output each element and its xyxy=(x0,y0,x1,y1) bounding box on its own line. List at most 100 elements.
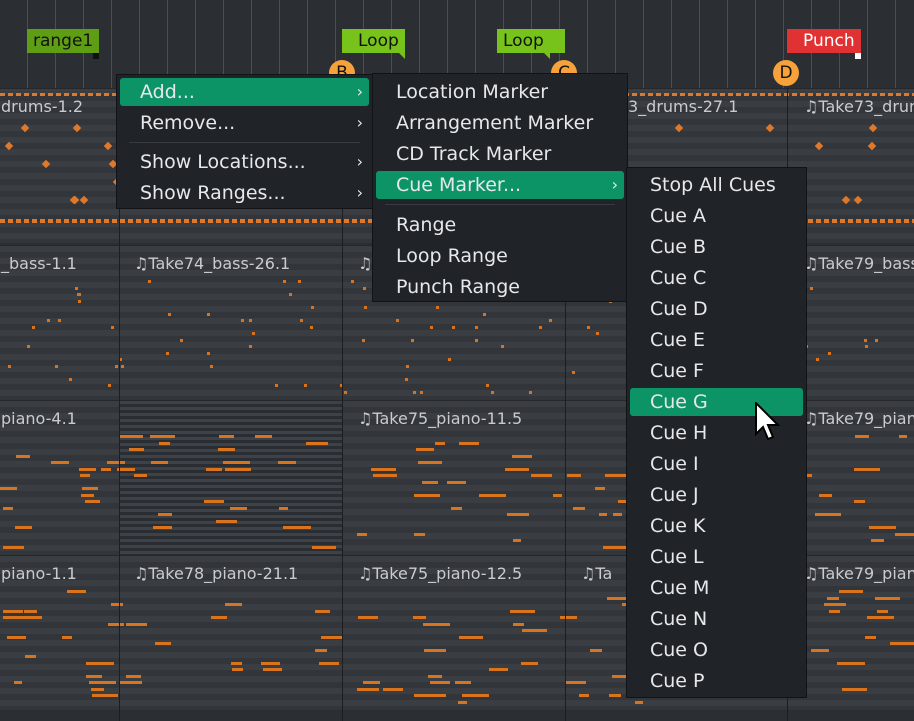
midi-note xyxy=(489,668,509,671)
menu-item-cue-d[interactable]: Cue D xyxy=(630,295,803,323)
midi-note xyxy=(0,487,18,490)
midi-note xyxy=(54,364,58,368)
midi-note xyxy=(539,325,543,329)
midi-note xyxy=(356,687,380,691)
menu-item-cue-o[interactable]: Cue O xyxy=(630,636,803,664)
punch-marker[interactable]: Punch xyxy=(787,29,861,59)
menu-item-location-marker[interactable]: Location Marker xyxy=(376,78,624,106)
menu-item-cue-i[interactable]: Cue I xyxy=(630,450,803,478)
menu-item-cue-a[interactable]: Cue A xyxy=(630,202,803,230)
region-name[interactable]: drums-1.2 xyxy=(1,97,83,116)
midi-note xyxy=(838,590,864,593)
label: CD Track Marker xyxy=(396,143,552,165)
midi-note xyxy=(300,319,304,322)
midi-note xyxy=(351,280,355,283)
midi-note xyxy=(451,506,463,510)
midi-note xyxy=(509,609,535,613)
label: Cue H xyxy=(650,422,708,444)
midi-note xyxy=(209,364,213,368)
menu-item-cue-marker[interactable]: Cue Marker... › xyxy=(376,171,624,199)
label: Cue G xyxy=(650,391,708,413)
midi-note xyxy=(16,454,31,458)
region-name[interactable]: ♫Take75_piano-12.5 xyxy=(358,564,522,583)
label: Cue J xyxy=(650,484,699,506)
midi-note xyxy=(80,195,89,205)
menu-item-stop-all-cues[interactable]: Stop All Cues xyxy=(630,171,803,199)
menu-item-cue-j[interactable]: Cue J xyxy=(630,481,803,509)
region-name[interactable]: ♫Take79_piano xyxy=(804,409,914,428)
midi-note xyxy=(462,694,490,697)
midi-note xyxy=(278,506,289,510)
midi-note xyxy=(428,674,442,678)
menu-item-cue-l[interactable]: Cue L xyxy=(630,543,803,571)
midi-note xyxy=(483,312,487,316)
midi-note xyxy=(120,435,144,438)
loop-marker[interactable]: Loop xyxy=(342,29,405,59)
region-name[interactable]: ♫Take79_bass xyxy=(804,254,914,273)
midi-note xyxy=(125,674,141,678)
menu-item-add[interactable]: Add... › xyxy=(120,78,369,106)
region-name[interactable]: ♫Take75_piano-11.5 xyxy=(358,409,522,428)
menu-item-cue-e[interactable]: Cue E xyxy=(630,326,803,354)
midi-note xyxy=(51,461,70,464)
label: Location Marker xyxy=(396,81,549,103)
midi-note xyxy=(61,635,73,639)
menu-item-cue-m[interactable]: Cue M xyxy=(630,574,803,602)
midi-note xyxy=(458,700,467,704)
midi-note xyxy=(404,377,408,381)
locations-context-menu: Add... › Remove... › Show Locations... › Sh… xyxy=(116,74,373,209)
menu-item-cue-p[interactable]: Cue P xyxy=(630,667,803,695)
midi-note xyxy=(512,454,533,458)
midi-note xyxy=(13,681,23,684)
midi-note xyxy=(232,668,243,671)
cue-pin-d[interactable]: D xyxy=(773,60,799,86)
midi-note xyxy=(875,338,879,342)
midi-note xyxy=(78,293,82,296)
label: Cue N xyxy=(650,608,708,630)
region-name[interactable]: ♫Take78_piano-21.1 xyxy=(134,564,298,583)
region-name[interactable]: piano-4.1 xyxy=(1,409,77,428)
menu-item-cue-c[interactable]: Cue C xyxy=(630,264,803,292)
midi-note xyxy=(863,338,867,342)
midi-note xyxy=(309,325,313,329)
midi-note xyxy=(25,655,36,658)
midi-note xyxy=(320,635,343,639)
region-name[interactable]: _bass-1.1 xyxy=(1,254,77,273)
midi-note xyxy=(867,141,877,151)
menu-item-cd-track-marker[interactable]: CD Track Marker xyxy=(376,140,624,168)
midi-note xyxy=(5,141,14,151)
midi-note xyxy=(430,681,450,684)
midi-note xyxy=(414,493,440,497)
midi-note xyxy=(609,694,621,697)
menu-item-punch-range[interactable]: Punch Range xyxy=(376,273,624,301)
midi-note xyxy=(521,661,538,665)
midi-note xyxy=(314,648,328,652)
region-name[interactable]: ♫Take73_drums xyxy=(804,97,914,116)
menu-item-cue-k[interactable]: Cue K xyxy=(630,512,803,540)
menu-item-show-locations[interactable]: Show Locations... › xyxy=(120,148,369,176)
menu-item-show-ranges[interactable]: Show Ranges... › xyxy=(120,179,369,207)
menu-item-cue-f[interactable]: Cue F xyxy=(630,357,803,385)
loop-marker-end[interactable]: Loop xyxy=(497,29,565,59)
menu-item-cue-b[interactable]: Cue B xyxy=(630,233,803,261)
region-name[interactable]: ♫Ta xyxy=(581,564,612,583)
region-name[interactable]: piano-1.1 xyxy=(1,564,77,583)
label: Cue C xyxy=(650,267,707,289)
midi-note xyxy=(73,123,82,133)
midi-note xyxy=(854,435,870,438)
midi-note xyxy=(204,500,225,503)
menu-item-loop-range[interactable]: Loop Range xyxy=(376,242,624,270)
range-marker-range1[interactable]: range1 xyxy=(27,29,100,59)
midi-note xyxy=(274,384,278,387)
midi-note xyxy=(868,123,877,133)
midi-note xyxy=(436,306,440,309)
region-name[interactable]: ♫Take79_piano xyxy=(804,564,914,583)
midi-note xyxy=(422,480,438,484)
region-name[interactable]: ♫Take74_bass-26.1 xyxy=(134,254,290,273)
menu-item-range[interactable]: Range xyxy=(376,211,624,239)
menu-item-cue-n[interactable]: Cue N xyxy=(630,605,803,633)
region-name[interactable]: ♫ xyxy=(358,254,372,273)
midi-note xyxy=(167,312,171,316)
menu-item-remove[interactable]: Remove... › xyxy=(120,109,369,137)
menu-item-arrangement-marker[interactable]: Arrangement Marker xyxy=(376,109,624,137)
